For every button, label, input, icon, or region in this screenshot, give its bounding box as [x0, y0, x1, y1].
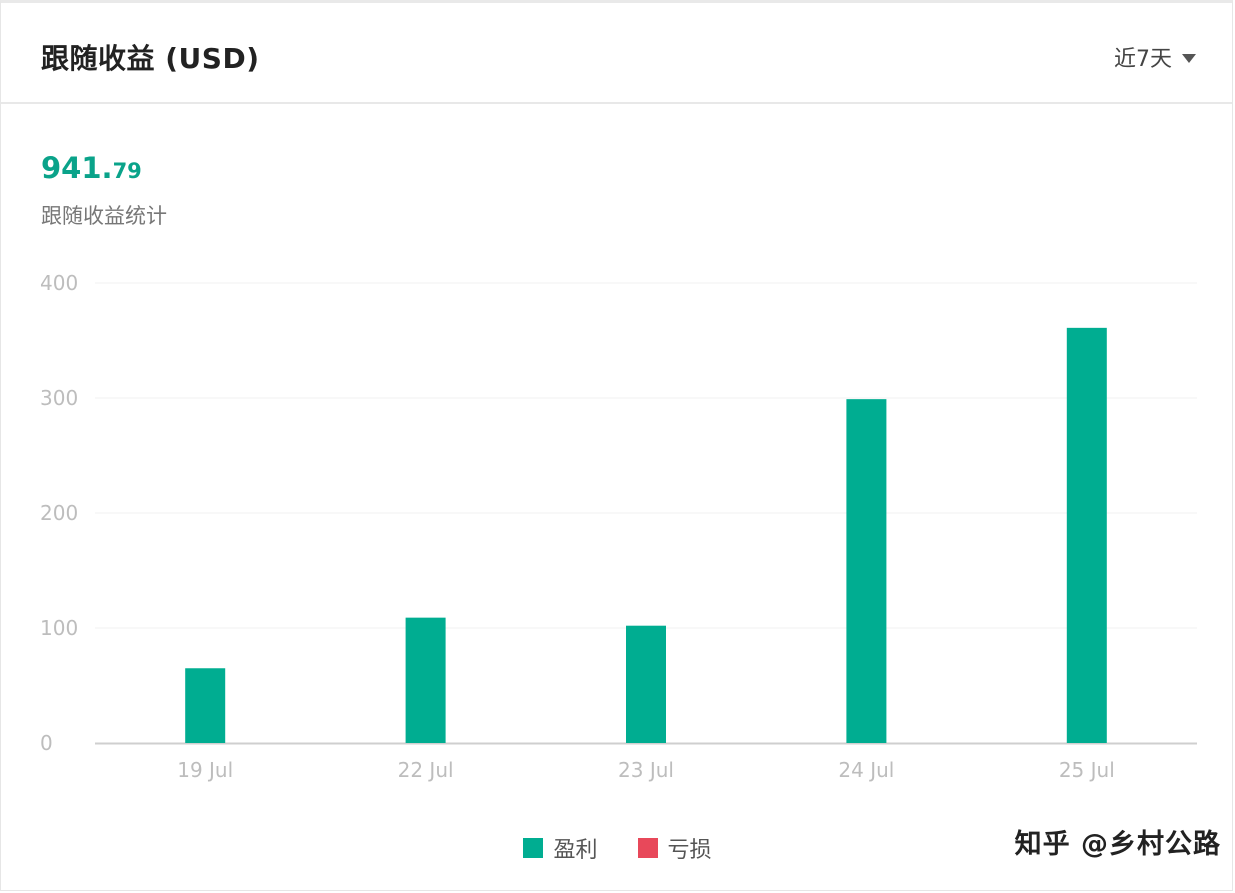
bar-profit-1 — [405, 617, 446, 743]
bar-profit-2 — [626, 625, 666, 743]
x-tick-label-4: 25 Jul — [1059, 758, 1115, 782]
legend-swatch-loss — [637, 838, 658, 858]
profit-bar-chart: 0 100 200 300 400 19 Jul 22 Jul 23 Jul 24 Jul 25 … — [40, 271, 1197, 782]
bar-profit-4 — [1066, 327, 1107, 743]
x-tick-label-3: 24 Jul — [838, 758, 894, 782]
y-tick-label-400: 400 — [40, 271, 78, 295]
x-tick-label-0: 19 Jul — [177, 758, 233, 782]
x-tick-label-2: 23 Jul — [618, 758, 674, 782]
y-tick-label-200: 200 — [40, 501, 78, 525]
bar-profit-0 — [185, 668, 226, 743]
legend-swatch-profit — [523, 838, 544, 858]
legend-item-profit[interactable]: 盈利 — [523, 832, 598, 864]
watermark: 知乎 @乡村公路 — [1014, 829, 1221, 860]
legend-label-loss: 亏损 — [667, 838, 712, 863]
x-tick-label-1: 22 Jul — [398, 758, 454, 782]
y-tick-label-300: 300 — [40, 386, 78, 410]
y-tick-label-0: 0 — [40, 731, 53, 755]
y-tick-label-100: 100 — [40, 616, 78, 640]
bar-profit-3 — [846, 399, 887, 743]
legend-item-loss[interactable]: 亏损 — [637, 832, 712, 864]
legend-label-profit: 盈利 — [553, 838, 598, 863]
